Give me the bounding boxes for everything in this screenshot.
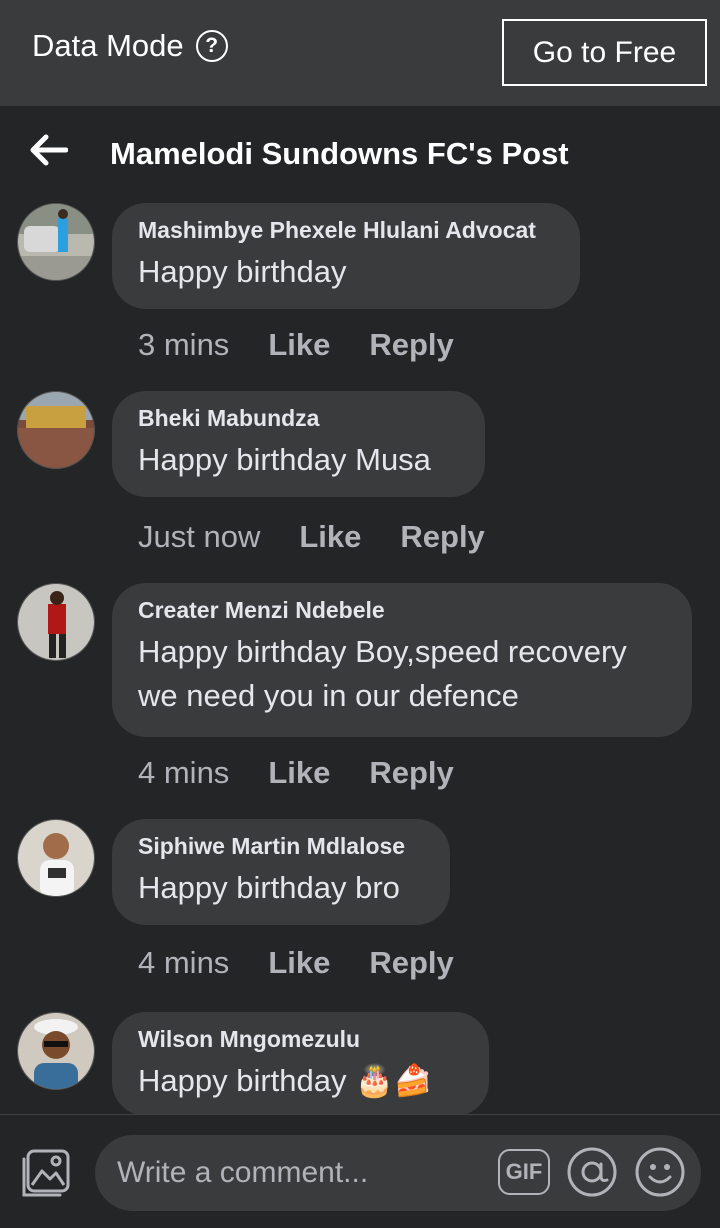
- data-mode-label: Data Mode ?: [32, 28, 228, 64]
- comment-author[interactable]: Wilson Mngomezulu: [138, 1026, 463, 1053]
- avatar[interactable]: [17, 391, 95, 469]
- emoji-icon[interactable]: [634, 1146, 686, 1198]
- comment-author[interactable]: Creater Menzi Ndebele: [138, 597, 666, 624]
- comment-actions: 4 mins Like Reply: [138, 945, 454, 981]
- comment-bubble[interactable]: Mashimbye Phexele Hlulani Advocat Happy …: [112, 203, 580, 309]
- data-mode-text: Data Mode: [32, 28, 184, 63]
- page-title: Mamelodi Sundowns FC's Post: [110, 136, 569, 171]
- avatar[interactable]: [17, 819, 95, 897]
- avatar[interactable]: [17, 1012, 95, 1090]
- comment-bubble[interactable]: Siphiwe Martin Mdlalose Happy birthday b…: [112, 819, 450, 925]
- comment-bubble[interactable]: Bheki Mabundza Happy birthday Musa: [112, 391, 485, 497]
- comment-actions: Just now Like Reply: [138, 519, 485, 555]
- photo-icon[interactable]: [20, 1147, 72, 1199]
- comment-author[interactable]: Siphiwe Martin Mdlalose: [138, 833, 424, 860]
- arrow-left-icon[interactable]: [28, 134, 68, 166]
- reply-button[interactable]: Reply: [400, 519, 484, 555]
- avatar[interactable]: [17, 583, 95, 661]
- reply-button[interactable]: Reply: [369, 327, 453, 363]
- mention-icon[interactable]: [566, 1146, 618, 1198]
- comment-author[interactable]: Mashimbye Phexele Hlulani Advocat: [138, 217, 554, 244]
- comment-text: Happy birthday bro: [138, 870, 400, 905]
- comment-time: Just now: [138, 519, 261, 554]
- comment-text: Happy birthday 🎂🍰: [138, 1063, 433, 1098]
- comment-text: Happy birthday: [138, 254, 347, 289]
- comment-text-line: we need you in our defence: [138, 678, 519, 713]
- comment-time: 3 mins: [138, 327, 230, 362]
- comment-list[interactable]: Mashimbye Phexele Hlulani Advocat Happy …: [0, 196, 720, 1114]
- comment-time: 4 mins: [138, 755, 230, 790]
- like-button[interactable]: Like: [268, 945, 330, 981]
- comment-author[interactable]: Bheki Mabundza: [138, 405, 459, 432]
- comment-text-line: Happy birthday Boy,speed recovery: [138, 634, 627, 669]
- comment-actions: 4 mins Like Reply: [138, 755, 454, 791]
- post-header: Mamelodi Sundowns FC's Post: [0, 106, 720, 196]
- reply-button[interactable]: Reply: [369, 945, 453, 981]
- like-button[interactable]: Like: [299, 519, 361, 555]
- like-button[interactable]: Like: [268, 755, 330, 791]
- reply-button[interactable]: Reply: [369, 755, 453, 791]
- gif-icon[interactable]: GIF: [498, 1149, 550, 1195]
- comment-time: 4 mins: [138, 945, 230, 980]
- avatar[interactable]: [17, 203, 95, 281]
- like-button[interactable]: Like: [268, 327, 330, 363]
- comment-text: Happy birthday Musa: [138, 442, 431, 477]
- comment-bubble[interactable]: Wilson Mngomezulu Happy birthday 🎂🍰: [112, 1012, 489, 1114]
- go-to-free-button[interactable]: Go to Free: [502, 19, 707, 86]
- data-mode-bar: Data Mode ? Go to Free: [0, 0, 720, 106]
- comment-actions: 3 mins Like Reply: [138, 327, 454, 363]
- comment-bubble[interactable]: Creater Menzi Ndebele Happy birthday Boy…: [112, 583, 692, 737]
- help-icon[interactable]: ?: [195, 30, 228, 62]
